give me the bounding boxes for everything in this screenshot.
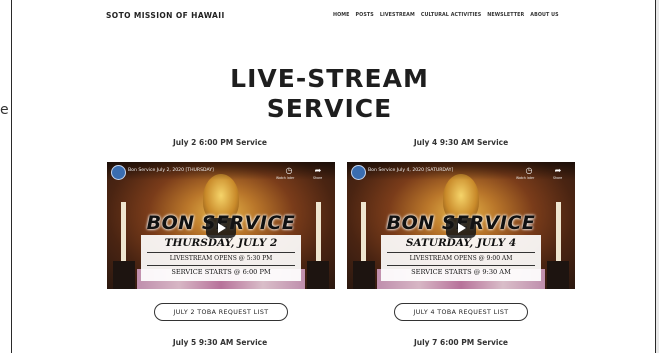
service-label-july-4: July 4 9:30 AM Service (413, 138, 509, 147)
clock-icon[interactable]: ◷ (283, 166, 295, 175)
share-arrow-icon[interactable]: ➦ (312, 166, 324, 175)
nav-livestream[interactable]: LIVESTREAM (380, 13, 415, 18)
clock-icon[interactable]: ◷ (523, 166, 535, 175)
video-embed-july-4[interactable]: Bon Service July 4, 2020 [SATURDAY] ◷ Wa… (347, 162, 575, 289)
video-date: SATURDAY, JULY 4 (405, 237, 517, 249)
nav-posts[interactable]: POSTS (356, 13, 374, 18)
video-embed-july-2[interactable]: Bon Service July 2, 2020 [THURSDAY] ◷ Wa… (107, 162, 335, 289)
window-frame-left (11, 0, 12, 353)
share-label[interactable]: Share (313, 176, 322, 180)
video-title[interactable]: Bon Service July 4, 2020 [SATURDAY] (368, 168, 453, 173)
lantern-stand-image (307, 261, 329, 289)
july-2-toba-request-button[interactable]: JULY 2 TOBA REQUEST LIST (154, 303, 288, 321)
video-date: THURSDAY, JULY 2 (164, 237, 278, 249)
service-label-july-5: July 5 9:30 AM Service (172, 338, 268, 347)
livestream-opens-text: LIVESTREAM OPENS @ 9:00 AM (387, 252, 535, 262)
video-info-panel: THURSDAY, JULY 2 LIVESTREAM OPENS @ 5:30… (141, 235, 301, 281)
lantern-stand-image (547, 261, 569, 289)
page-title: LIVE-STREAM SERVICE (0, 64, 659, 124)
share-arrow-icon[interactable]: ➦ (552, 166, 564, 175)
channel-avatar-icon[interactable] (111, 165, 126, 180)
page-title-line-2: SERVICE (266, 94, 393, 123)
share-label[interactable]: Share (553, 176, 562, 180)
play-icon[interactable] (206, 218, 236, 238)
lantern-stand-image (113, 261, 135, 289)
livestream-opens-text: LIVESTREAM OPENS @ 5:30 PM (147, 252, 295, 262)
watch-later-label[interactable]: Watch later (516, 176, 534, 180)
nav-newsletter[interactable]: NEWSLETTER (487, 13, 524, 18)
service-starts-text: SERVICE STARTS @ 9:30 AM (387, 265, 535, 276)
watch-later-label[interactable]: Watch later (276, 176, 294, 180)
service-starts-text: SERVICE STARTS @ 6:00 PM (147, 265, 295, 276)
channel-avatar-icon[interactable] (351, 165, 366, 180)
lantern-stand-image (353, 261, 375, 289)
site-title[interactable]: SOTO MISSION OF HAWAII (106, 11, 225, 20)
nav-home[interactable]: HOME (333, 13, 350, 18)
video-info-panel: SATURDAY, JULY 4 LIVESTREAM OPENS @ 9:00… (381, 235, 541, 281)
july-4-toba-request-button[interactable]: JULY 4 TOBA REQUEST LIST (394, 303, 528, 321)
service-label-july-7: July 7 6:00 PM Service (413, 338, 509, 347)
service-label-july-2: July 2 6:00 PM Service (172, 138, 268, 147)
play-icon[interactable] (446, 218, 476, 238)
nav-about-us[interactable]: ABOUT US (530, 13, 558, 18)
page-title-line-1: LIVE-STREAM (230, 64, 429, 93)
main-nav: HOME POSTS LIVESTREAM CULTURAL ACTIVITIE… (333, 13, 559, 18)
video-title[interactable]: Bon Service July 2, 2020 [THURSDAY] (128, 168, 214, 173)
nav-cultural-activities[interactable]: CULTURAL ACTIVITIES (421, 13, 481, 18)
